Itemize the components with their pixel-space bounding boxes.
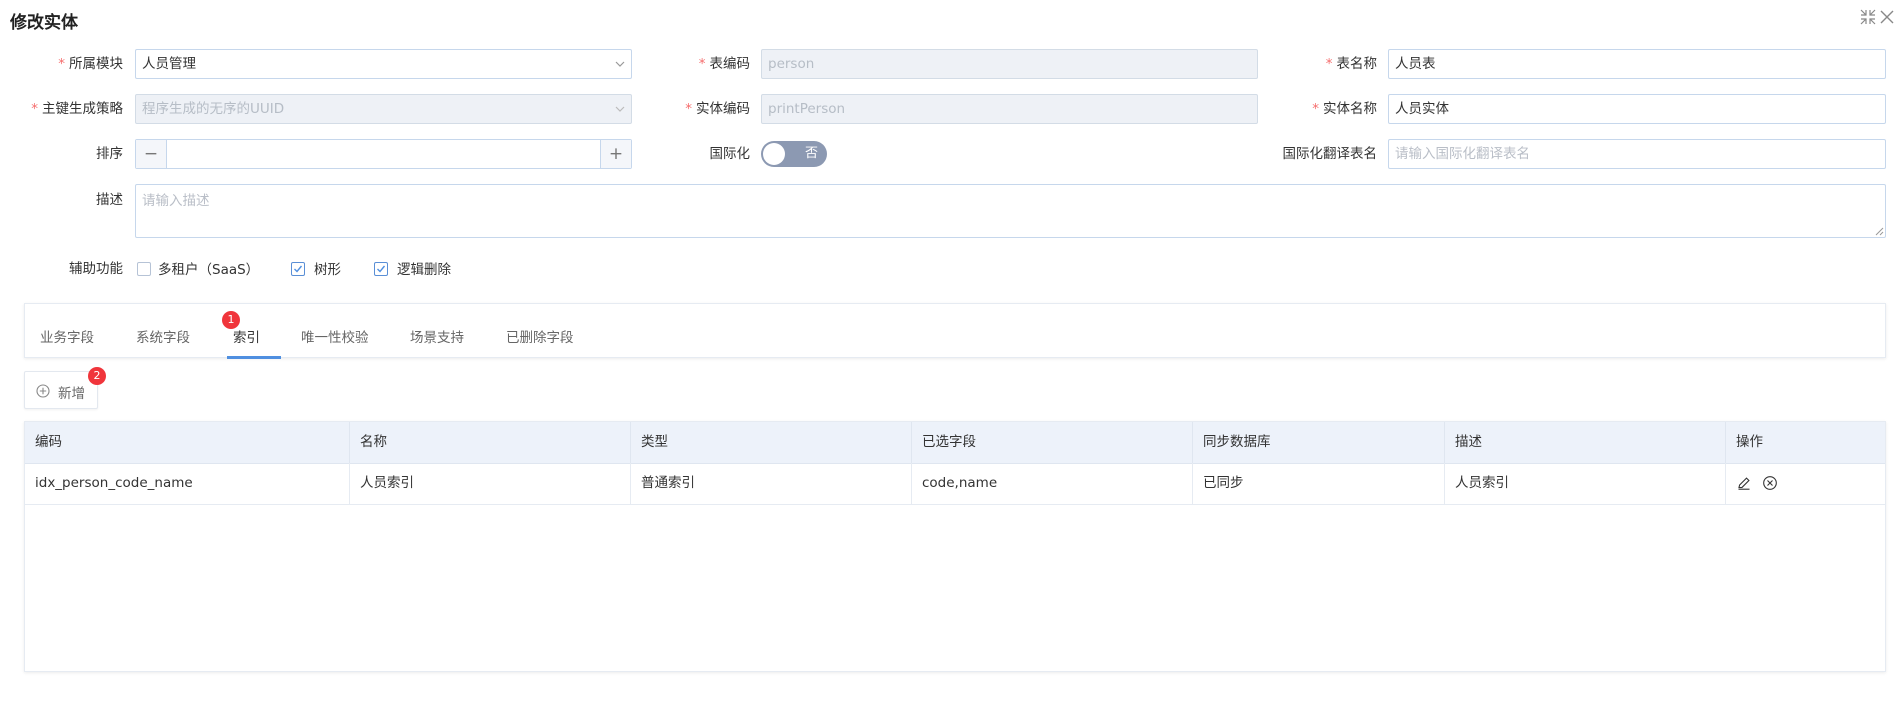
table-code-label: * 表编码 (698, 56, 750, 72)
description-label: 描述 (96, 192, 123, 208)
tree-checkbox[interactable] (291, 262, 305, 276)
tab-bar: 业务字段 系统字段 索引 唯一性校验 场景支持 已删除字段 (24, 303, 1886, 359)
tab-business-fields[interactable]: 业务字段 (40, 326, 94, 346)
pk-strategy-select: 程序生成的无序的UUID (135, 94, 632, 124)
logic-delete-label: 逻辑删除 (397, 262, 451, 278)
step-badge-1: 1 (222, 311, 240, 329)
column-header: 名称 (350, 422, 631, 463)
column-header: 描述 (1445, 422, 1726, 463)
pk-strategy-label: * 主键生成策略 (31, 101, 123, 117)
delete-icon[interactable] (1762, 475, 1778, 491)
increment-button[interactable]: + (600, 140, 631, 168)
collapse-icon[interactable] (1859, 8, 1877, 26)
table-name-input[interactable]: 人员表 (1388, 49, 1886, 79)
edit-icon[interactable] (1736, 475, 1752, 491)
plus-circle-icon (36, 384, 50, 398)
toggle-knob (763, 143, 785, 165)
actions-cell (1726, 463, 1885, 504)
i18n-toggle[interactable]: 否 (761, 141, 827, 167)
chevron-down-icon (615, 106, 625, 112)
column-header: 操作 (1736, 434, 1763, 450)
aux-label: 辅助功能 (69, 261, 123, 277)
table-cell: idx_person_code_name (25, 463, 350, 504)
description-textarea[interactable]: 请输入描述 (135, 184, 1886, 238)
tab-scenario-support[interactable]: 场景支持 (410, 326, 464, 346)
sort-input[interactable] (167, 140, 600, 168)
entity-name-input[interactable]: 人员实体 (1388, 94, 1886, 124)
column-header: 类型 (631, 422, 912, 463)
entity-name-label: * 实体名称 (1312, 101, 1377, 117)
entity-code-label: * 实体编码 (685, 101, 750, 117)
i18n-label: 国际化 (709, 146, 751, 162)
tab-index[interactable]: 索引 (233, 326, 260, 346)
table-cell: 人员索引 (1445, 463, 1726, 504)
resize-handle-icon[interactable] (1874, 226, 1884, 236)
chevron-down-icon (615, 61, 625, 67)
check-icon (294, 265, 303, 273)
index-table: 编码 名称 类型 已选字段 同步数据库 描述 操作 idx_person_cod… (24, 421, 1886, 672)
module-label: * 所属模块 (58, 56, 123, 72)
sort-label: 排序 (96, 146, 123, 162)
i18n-table-input[interactable]: 请输入国际化翻译表名 (1388, 139, 1886, 169)
table-cell: code,name (912, 463, 1193, 504)
step-badge-2: 2 (88, 367, 106, 385)
table-cell: 普通索引 (631, 463, 912, 504)
add-button-label: 新增 (58, 386, 85, 402)
column-header: 同步数据库 (1193, 422, 1445, 463)
table-cell: 已同步 (1193, 463, 1445, 504)
dialog-title: 修改实体 (10, 13, 78, 33)
table-cell: 人员索引 (350, 463, 631, 504)
column-header: 已选字段 (912, 422, 1193, 463)
column-header: 编码 (25, 422, 350, 463)
table-code-input: person (761, 49, 1258, 79)
tab-deleted-fields[interactable]: 已删除字段 (506, 326, 574, 346)
table-header: 编码 名称 类型 已选字段 同步数据库 描述 操作 (25, 422, 1885, 464)
saas-checkbox[interactable] (137, 262, 151, 276)
saas-label: 多租户（SaaS） (158, 262, 260, 278)
module-select[interactable]: 人员管理 (135, 49, 632, 79)
i18n-table-label: 国际化翻译表名 (1282, 146, 1378, 162)
table-row: idx_person_code_name 人员索引 普通索引 code,name… (25, 463, 1885, 505)
logic-delete-checkbox[interactable] (374, 262, 388, 276)
tab-uniqueness-check[interactable]: 唯一性校验 (301, 326, 369, 346)
sort-stepper: − + (135, 139, 632, 169)
decrement-button[interactable]: − (136, 140, 167, 168)
add-button[interactable]: 新增 (24, 371, 98, 409)
tree-label: 树形 (314, 262, 341, 278)
active-tab-indicator (227, 356, 281, 359)
check-icon (377, 265, 386, 273)
table-name-label: * 表名称 (1325, 56, 1377, 72)
tab-system-fields[interactable]: 系统字段 (136, 326, 190, 346)
close-icon[interactable] (1878, 8, 1896, 26)
entity-code-input: printPerson (761, 94, 1258, 124)
toggle-text: 否 (805, 146, 819, 161)
